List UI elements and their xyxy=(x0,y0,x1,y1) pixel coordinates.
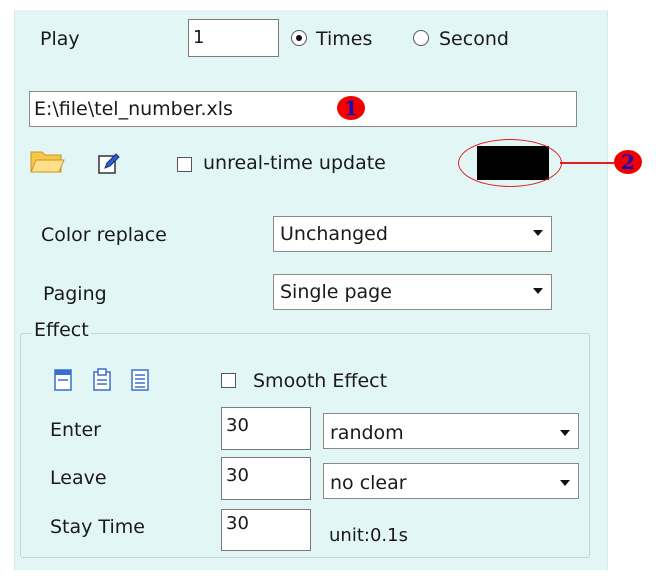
chevron-down-icon xyxy=(533,230,543,236)
file-path-input[interactable]: E:\file\tel_number.xls xyxy=(29,91,577,127)
leave-mode-select[interactable]: no clear xyxy=(323,463,579,499)
align-list-icon[interactable] xyxy=(129,368,151,392)
enter-mode-select[interactable]: random xyxy=(323,413,579,449)
unreal-time-update-checkbox[interactable] xyxy=(177,157,192,172)
paging-value: Single page xyxy=(280,281,392,303)
second-radio[interactable] xyxy=(413,30,429,46)
color-replace-value: Unchanged xyxy=(280,223,388,245)
leave-input[interactable]: 30 xyxy=(221,457,311,500)
annotation-marker-1: 1 xyxy=(337,96,365,120)
leave-mode-value: no clear xyxy=(330,472,407,494)
play-label: Play xyxy=(40,28,80,50)
unit-label: unit:0.1s xyxy=(329,525,408,546)
times-radio[interactable] xyxy=(291,30,307,46)
enter-input[interactable]: 30 xyxy=(221,407,311,450)
effect-legend: Effect xyxy=(32,318,91,342)
align-center-icon[interactable] xyxy=(91,368,113,392)
unreal-time-update-label: unreal-time update xyxy=(203,152,386,174)
enter-label: Enter xyxy=(50,419,101,441)
enter-mode-value: random xyxy=(330,422,404,444)
times-label: Times xyxy=(316,28,373,50)
smooth-effect-checkbox[interactable] xyxy=(221,373,236,388)
folder-open-icon[interactable] xyxy=(29,147,65,175)
annotation-ellipse xyxy=(458,139,562,187)
smooth-effect-label: Smooth Effect xyxy=(253,370,388,392)
pencil-edit-icon[interactable] xyxy=(97,152,121,176)
paging-select[interactable]: Single page xyxy=(273,274,552,310)
leave-label: Leave xyxy=(50,467,107,489)
chevron-down-icon xyxy=(533,288,543,294)
second-label: Second xyxy=(439,28,509,50)
color-replace-select[interactable]: Unchanged xyxy=(273,216,552,252)
align-top-icon[interactable] xyxy=(52,368,74,392)
stay-time-label: Stay Time xyxy=(50,516,145,538)
play-count-input[interactable]: 1 xyxy=(188,19,279,57)
annotation-marker-2: 2 xyxy=(614,150,642,174)
color-replace-label: Color replace xyxy=(41,224,167,246)
stay-time-input[interactable]: 30 xyxy=(221,509,311,551)
chevron-down-icon xyxy=(560,480,570,486)
chevron-down-icon xyxy=(560,430,570,436)
annotation-line xyxy=(560,162,614,164)
paging-label: Paging xyxy=(43,283,107,305)
